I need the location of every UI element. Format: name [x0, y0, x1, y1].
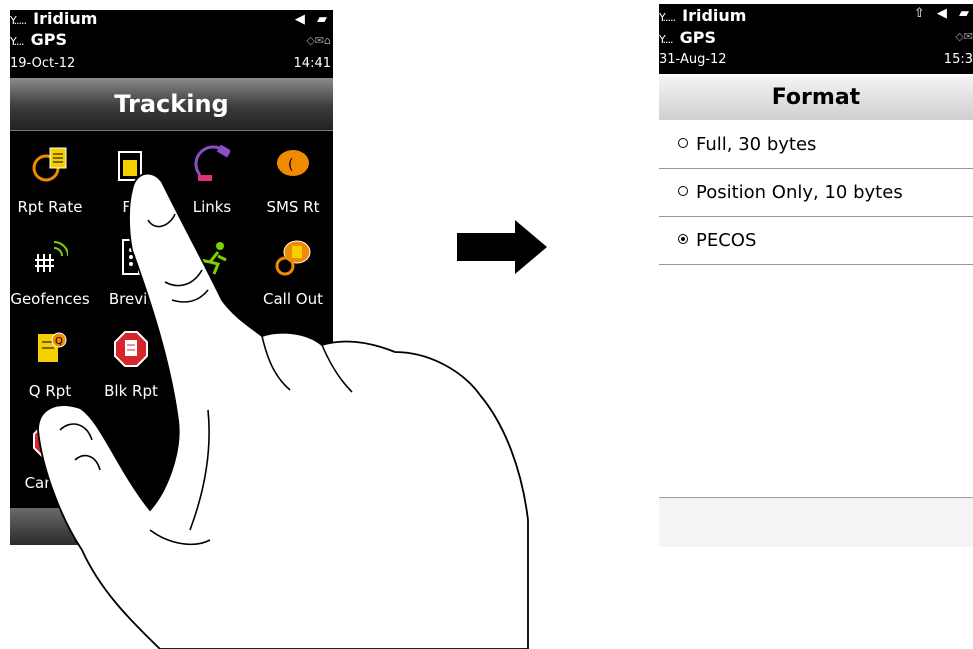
- tile-label: Cancel: [24, 474, 76, 492]
- status-date: 31-Aug-12: [659, 52, 727, 67]
- tracking-status-icons: ◇✉⌂: [306, 34, 331, 47]
- radio-button[interactable]: [678, 138, 688, 148]
- format-option-position-only[interactable]: Position Only, 10 bytes: [659, 169, 973, 217]
- status-bar: Y..... Iridium Y.... GPS ◀ ▰ ◇✉⌂ 19-Oct-…: [10, 10, 333, 74]
- radio-button-selected[interactable]: [678, 234, 688, 244]
- tile-sms-rt[interactable]: ( SMS Rt: [253, 138, 333, 230]
- page-title: Tracking: [10, 78, 333, 131]
- upload-speaker-battery-icon: ⇧ ◀ ▰: [913, 6, 973, 21]
- tile-blk-rpt[interactable]: Blk Rpt: [91, 322, 171, 414]
- tile-label: Brevit: [108, 290, 154, 308]
- format-option-pecos[interactable]: PECOS: [659, 217, 973, 265]
- tile-cancel[interactable]: Cancel: [10, 414, 90, 506]
- option-label: PECOS: [696, 230, 757, 251]
- gps-label: GPS: [30, 30, 68, 49]
- status-time: 14:41: [293, 56, 331, 71]
- iridium-label: Iridium: [682, 6, 747, 25]
- gps-signal-icon: Y....: [10, 35, 25, 48]
- svg-text:(: (: [288, 157, 293, 173]
- status-time: 15:3: [943, 52, 973, 67]
- svg-text:Q: Q: [55, 336, 63, 347]
- tile-geofences[interactable]: Geofences: [10, 230, 90, 322]
- tile-brevity[interactable]: Brevit: [91, 230, 171, 322]
- tile-rpt-rate[interactable]: Rpt Rate: [10, 138, 90, 230]
- report-rate-clock-icon: [32, 146, 68, 184]
- brevity-icon: [113, 238, 149, 276]
- left-device-screen: Y..... Iridium Y.... GPS ◀ ▰ ◇✉⌂ 19-Oct-…: [10, 10, 333, 545]
- tile-call-out[interactable]: Call Out: [253, 230, 333, 322]
- quick-report-icon: Q: [32, 330, 68, 368]
- status-date: 19-Oct-12: [10, 56, 76, 71]
- satellite-links-icon: [194, 145, 230, 184]
- bottom-soft-key-bar[interactable]: [659, 498, 973, 547]
- bottom-soft-key-bar[interactable]: [10, 508, 333, 545]
- tile-label: Call Out: [263, 290, 323, 308]
- tile-q-rpt[interactable]: Q Q Rpt: [10, 322, 90, 414]
- status-bar: Y..... Iridium Y.... GPS ⇧ ◀ ▰ ◇✉ 31-Aug…: [659, 4, 973, 74]
- option-label: Position Only, 10 bytes: [696, 182, 903, 203]
- page-title: Format: [659, 76, 973, 120]
- gps-signal-icon: Y....: [659, 33, 674, 46]
- tile-format[interactable]: Fo: [91, 138, 171, 230]
- speaker-battery-icon: ◀ ▰: [294, 12, 331, 27]
- data-icon: [194, 330, 230, 368]
- iridium-signal-icon: Y.....: [659, 11, 676, 24]
- transition-arrow-icon: [457, 220, 547, 274]
- right-device-screen: Y..... Iridium Y.... GPS ⇧ ◀ ▰ ◇✉ 31-Aug…: [659, 4, 973, 547]
- tile-links[interactable]: Links: [172, 138, 252, 230]
- geofence-icon: [32, 238, 68, 276]
- format-document-icon: [113, 146, 149, 184]
- tracking-status-icons: ◇✉: [955, 30, 973, 43]
- tile-label: Da: [201, 382, 223, 400]
- tile-running[interactable]: [172, 230, 252, 322]
- tile-data[interactable]: Da: [172, 322, 252, 414]
- cancel-icon: [32, 422, 68, 460]
- tile-label: SMS Rt: [266, 198, 320, 216]
- option-label: Full, 30 bytes: [696, 134, 817, 155]
- block-report-icon: [113, 330, 149, 368]
- format-option-full[interactable]: Full, 30 bytes: [659, 121, 973, 169]
- running-man-icon: [194, 238, 230, 276]
- radio-button[interactable]: [678, 186, 688, 196]
- iridium-signal-icon: Y.....: [10, 14, 27, 27]
- call-out-icon: [275, 238, 311, 276]
- sms-phone-icon: (: [275, 146, 311, 184]
- gps-label: GPS: [679, 28, 717, 47]
- iridium-label: Iridium: [33, 10, 98, 28]
